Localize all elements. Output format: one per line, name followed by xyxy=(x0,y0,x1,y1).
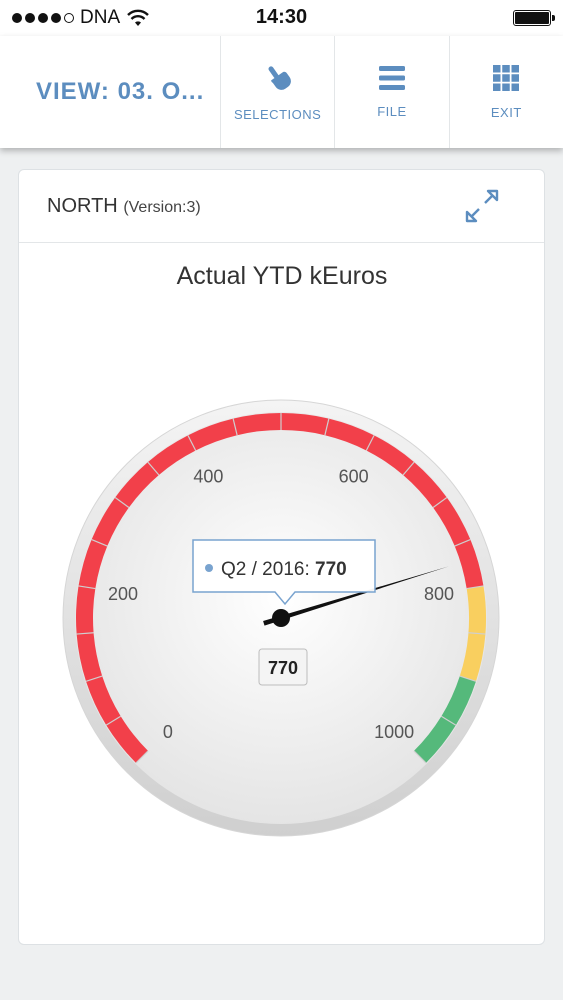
gauge-chart-area: Actual YTD kEuros 0 200 400 600 800 1000 770 … xyxy=(19,242,546,942)
battery-icon xyxy=(513,10,555,26)
exit-label: EXIT xyxy=(490,104,522,120)
expand-icon[interactable] xyxy=(464,188,500,224)
tick-label: 0 xyxy=(163,722,173,742)
clock: 14:30 xyxy=(255,6,308,28)
tooltip-marker xyxy=(205,564,213,572)
menu-icon xyxy=(378,65,405,90)
card-header: NORTH (Version:3) xyxy=(19,170,544,243)
chart-card: NORTH (Version:3) Actual YTD kEuros 0 20… xyxy=(18,169,545,945)
needle-pivot xyxy=(272,609,290,627)
grid-icon xyxy=(493,64,520,91)
tooltip-value: 770 xyxy=(315,559,347,580)
hand-pointer-icon xyxy=(268,65,291,90)
chart-title: Actual YTD kEuros xyxy=(177,262,388,290)
card-version: (Version:3) xyxy=(123,199,201,216)
tick-label: 800 xyxy=(424,584,454,604)
exit-button[interactable]: EXIT xyxy=(448,36,563,148)
card-title: NORTH (Version:3) xyxy=(47,195,201,218)
view-title[interactable]: VIEW: 03. O... xyxy=(0,36,220,148)
file-label: FILE xyxy=(377,103,407,119)
value-label: 770 xyxy=(268,658,298,678)
file-button[interactable]: FILE xyxy=(334,36,448,148)
tick-label: 600 xyxy=(339,466,369,486)
value-box: 770 xyxy=(258,648,308,686)
selections-button[interactable]: SELECTIONS xyxy=(219,36,334,148)
tick-label: 200 xyxy=(108,584,138,604)
tooltip-text: Q2 / 2016: 770 xyxy=(221,559,347,580)
gauge-chart: Actual YTD kEuros 0200400 6008001000 770 … xyxy=(62,262,500,837)
toolbar: VIEW: 03. O... SELECTIONS FILE EXIT xyxy=(0,36,563,148)
tick-label: 1000 xyxy=(374,722,414,742)
card-title-text: NORTH xyxy=(47,195,118,217)
tick-label: 400 xyxy=(193,466,223,486)
tooltip-series: Q2 / 2016 xyxy=(221,559,304,580)
selections-label: SELECTIONS xyxy=(233,106,322,122)
status-bar: DNA 14:30 xyxy=(0,0,563,36)
